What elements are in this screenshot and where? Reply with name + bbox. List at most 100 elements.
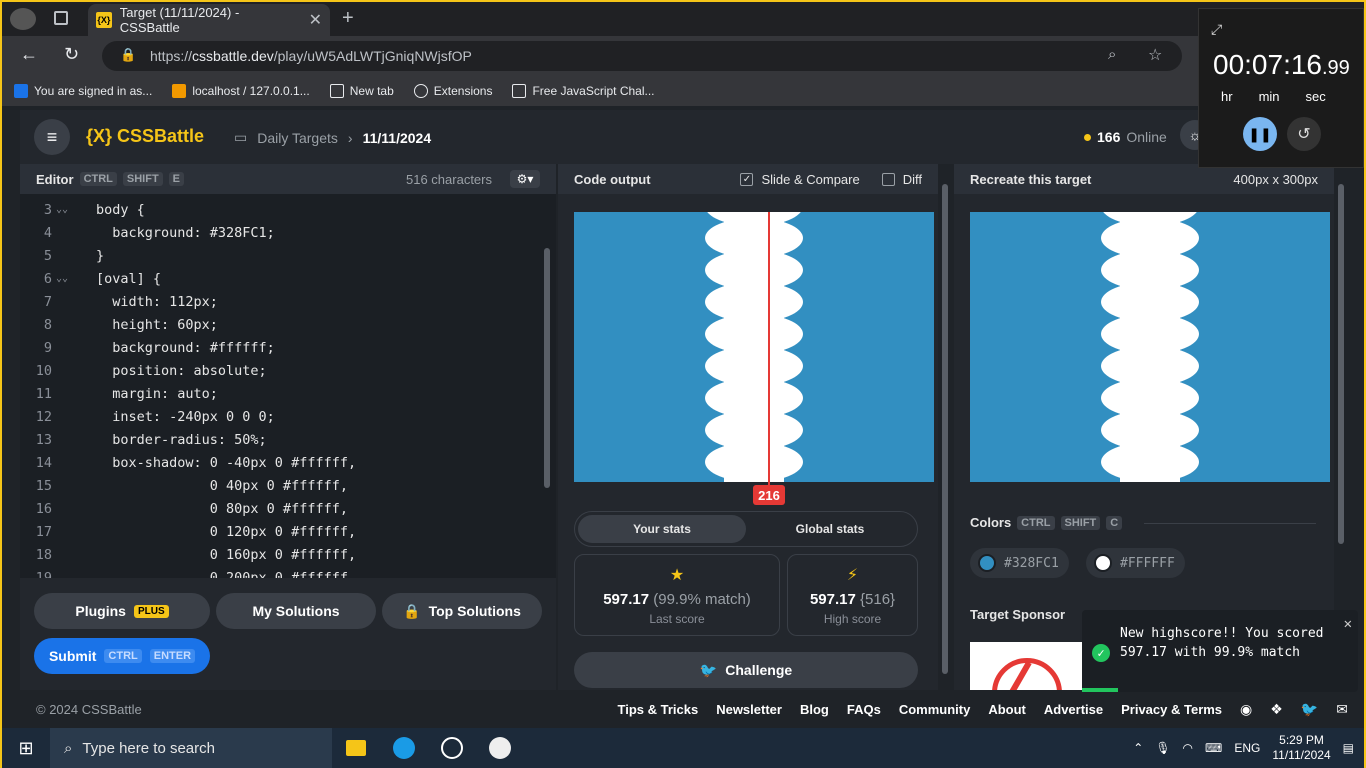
lightning-icon: ⚡ bbox=[846, 566, 859, 584]
tab-actions-icon[interactable] bbox=[54, 11, 68, 25]
code-line[interactable]: 6 ⌄⌄ [oval] { bbox=[20, 267, 556, 290]
microphone-icon[interactable]: 🎙 bbox=[1155, 741, 1170, 755]
close-tab-icon[interactable]: ✕ bbox=[309, 10, 322, 30]
menu-button[interactable]: ≡ bbox=[34, 119, 70, 155]
reload-icon[interactable]: ↻ bbox=[64, 44, 79, 65]
code-line[interactable]: 10 position: absolute; bbox=[20, 359, 556, 382]
color-swatch-blue[interactable]: #328FC1 bbox=[970, 548, 1069, 578]
editor-settings-button[interactable]: ⚙▾ bbox=[510, 170, 540, 188]
favorite-star-icon[interactable]: ☆ bbox=[1148, 45, 1162, 65]
bookmark-free-js[interactable]: Free JavaScript Chal... bbox=[512, 84, 655, 98]
compare-slider-line[interactable] bbox=[768, 212, 770, 486]
expand-icon[interactable]: ⤢ bbox=[1211, 21, 1222, 38]
reset-button[interactable]: ↺ bbox=[1287, 117, 1321, 151]
fold-chevron-icon[interactable]: ⌄⌄ bbox=[52, 204, 72, 215]
fold-chevron-icon[interactable]: ⌄⌄ bbox=[52, 273, 72, 284]
code-line[interactable]: 19 0 200px 0 #ffffff, bbox=[20, 566, 556, 579]
submit-button[interactable]: Submit CTRL ENTER bbox=[34, 638, 210, 674]
footer-link-newsletter[interactable]: Newsletter bbox=[716, 702, 782, 717]
footer-link-privacy[interactable]: Privacy & Terms bbox=[1121, 702, 1222, 717]
windows-start-icon[interactable]: ⊞ bbox=[2, 738, 50, 759]
chevron-up-icon[interactable]: ⌃ bbox=[1133, 741, 1143, 755]
taskbar-search[interactable]: ⌕ Type here to search bbox=[50, 728, 332, 768]
diff-toggle[interactable]: Diff bbox=[881, 172, 922, 187]
recorder-app-icon[interactable] bbox=[428, 728, 476, 768]
code-line[interactable]: 15 0 40px 0 #ffffff, bbox=[20, 474, 556, 497]
checkbox-checked-icon[interactable]: ✓ bbox=[740, 172, 754, 186]
wifi-icon[interactable]: ◠ bbox=[1183, 741, 1193, 755]
code-line[interactable]: 13 border-radius: 50%; bbox=[20, 428, 556, 451]
center-scrollbar[interactable] bbox=[939, 168, 951, 688]
discord-icon[interactable]: ◉ bbox=[1240, 701, 1252, 718]
tab-your-stats[interactable]: Your stats bbox=[578, 515, 746, 543]
bluesky-icon[interactable]: ❖ bbox=[1270, 701, 1283, 718]
line-number: 7 bbox=[43, 293, 52, 310]
pause-button[interactable]: ❚❚ bbox=[1243, 117, 1277, 151]
new-tab-icon[interactable]: + bbox=[342, 7, 354, 30]
crumb-daily-targets[interactable]: Daily Targets bbox=[257, 130, 338, 146]
chevron-right-icon: › bbox=[347, 129, 353, 146]
code-line[interactable]: 9 background: #ffffff; bbox=[20, 336, 556, 359]
code-line[interactable]: 12 inset: -240px 0 0 0; bbox=[20, 405, 556, 428]
bookmark-extensions[interactable]: Extensions bbox=[413, 84, 492, 98]
edge-browser-icon[interactable] bbox=[380, 728, 428, 768]
slide-compare-toggle[interactable]: ✓ Slide & Compare bbox=[740, 172, 860, 187]
url-bar[interactable]: https://cssbattle.dev/play/uW5AdLWTjGniq… bbox=[102, 41, 1182, 71]
code-line[interactable]: 8 height: 60px; bbox=[20, 313, 556, 336]
right-scroll-thumb[interactable] bbox=[1338, 184, 1344, 544]
editor-scrollbar[interactable] bbox=[542, 198, 552, 574]
keyboard-icon[interactable]: ⌨ bbox=[1205, 741, 1222, 755]
footer-link-advertise[interactable]: Advertise bbox=[1044, 702, 1103, 717]
footer-link-tips[interactable]: Tips & Tricks bbox=[618, 702, 699, 717]
clock-app-icon[interactable] bbox=[476, 728, 524, 768]
top-solutions-button[interactable]: 🔒 Top Solutions bbox=[382, 593, 542, 629]
notifications-icon[interactable]: ▤ bbox=[1343, 741, 1354, 755]
bookmark-new-tab[interactable]: New tab bbox=[329, 84, 394, 98]
profile-avatar[interactable] bbox=[10, 8, 36, 30]
taskbar-clock[interactable]: 5:29 PM 11/11/2024 bbox=[1272, 733, 1330, 763]
mail-icon[interactable]: ✉ bbox=[1336, 701, 1348, 718]
code-line[interactable]: 16 0 80px 0 #ffffff, bbox=[20, 497, 556, 520]
kbd-c: C bbox=[1106, 515, 1123, 530]
code-line[interactable]: 4 background: #328FC1; bbox=[20, 221, 556, 244]
site-info-icon[interactable]: 🔒 bbox=[120, 47, 136, 63]
compare-slider-value[interactable]: 216 bbox=[753, 485, 785, 505]
code-editor[interactable]: 3 ⌄⌄ body {4 background: #328FC1; 5} 6 ⌄⌄ [ova… bbox=[20, 194, 556, 578]
browser-tab[interactable]: {X} Target (11/11/2024) - CSSBattle ✕ bbox=[88, 4, 330, 36]
cssbattle-logo[interactable]: {X} CSSBattle bbox=[86, 126, 204, 147]
tab-global-stats[interactable]: Global stats bbox=[746, 515, 914, 543]
bookmark-signed-in[interactable]: You are signed in as... bbox=[14, 84, 152, 98]
code-line[interactable]: 5} bbox=[20, 244, 556, 267]
twitter-footer-icon[interactable]: 🐦 bbox=[1301, 701, 1318, 718]
tab-title: Target (11/11/2024) - CSSBattle bbox=[119, 5, 240, 35]
color-swatch-white[interactable]: #FFFFFF bbox=[1086, 548, 1185, 578]
file-explorer-icon[interactable] bbox=[332, 728, 380, 768]
footer-link-blog[interactable]: Blog bbox=[800, 702, 829, 717]
footer-link-faqs[interactable]: FAQs bbox=[847, 702, 881, 717]
sponsor-logo[interactable] bbox=[970, 642, 1082, 690]
language-indicator[interactable]: ENG bbox=[1234, 741, 1260, 755]
center-scroll-thumb[interactable] bbox=[942, 184, 948, 674]
gear-icon: ⚙▾ bbox=[516, 172, 534, 186]
code-line[interactable]: 14 box-shadow: 0 -40px 0 #ffffff, bbox=[20, 451, 556, 474]
code-text: position: absolute; bbox=[96, 362, 267, 379]
checkbox-unchecked-icon[interactable] bbox=[881, 172, 895, 186]
code-line[interactable]: 17 0 120px 0 #ffffff, bbox=[20, 520, 556, 543]
code-line[interactable]: 11 margin: auto; bbox=[20, 382, 556, 405]
challenge-button[interactable]: 🐦 Challenge bbox=[574, 652, 918, 688]
kbd-ctrl: CTRL bbox=[79, 172, 117, 186]
footer-link-about[interactable]: About bbox=[988, 702, 1026, 717]
code-output-canvas[interactable] bbox=[574, 212, 934, 482]
zoom-icon[interactable]: ⌕ bbox=[1108, 46, 1116, 63]
footer-link-community[interactable]: Community bbox=[899, 702, 971, 717]
code-line[interactable]: 7 width: 112px; bbox=[20, 290, 556, 313]
code-line[interactable]: 3 ⌄⌄ body { bbox=[20, 198, 556, 221]
code-line[interactable]: 18 0 160px 0 #ffffff, bbox=[20, 543, 556, 566]
editor-scroll-thumb[interactable] bbox=[544, 248, 550, 488]
plugins-button[interactable]: Plugins PLUS bbox=[34, 593, 210, 629]
line-number: 14 bbox=[35, 454, 52, 471]
bookmark-localhost[interactable]: localhost / 127.0.0.1... bbox=[172, 84, 310, 98]
toast-close-icon[interactable]: ✕ bbox=[1344, 616, 1352, 632]
my-solutions-button[interactable]: My Solutions bbox=[216, 593, 376, 629]
back-icon[interactable]: ← bbox=[20, 44, 38, 65]
